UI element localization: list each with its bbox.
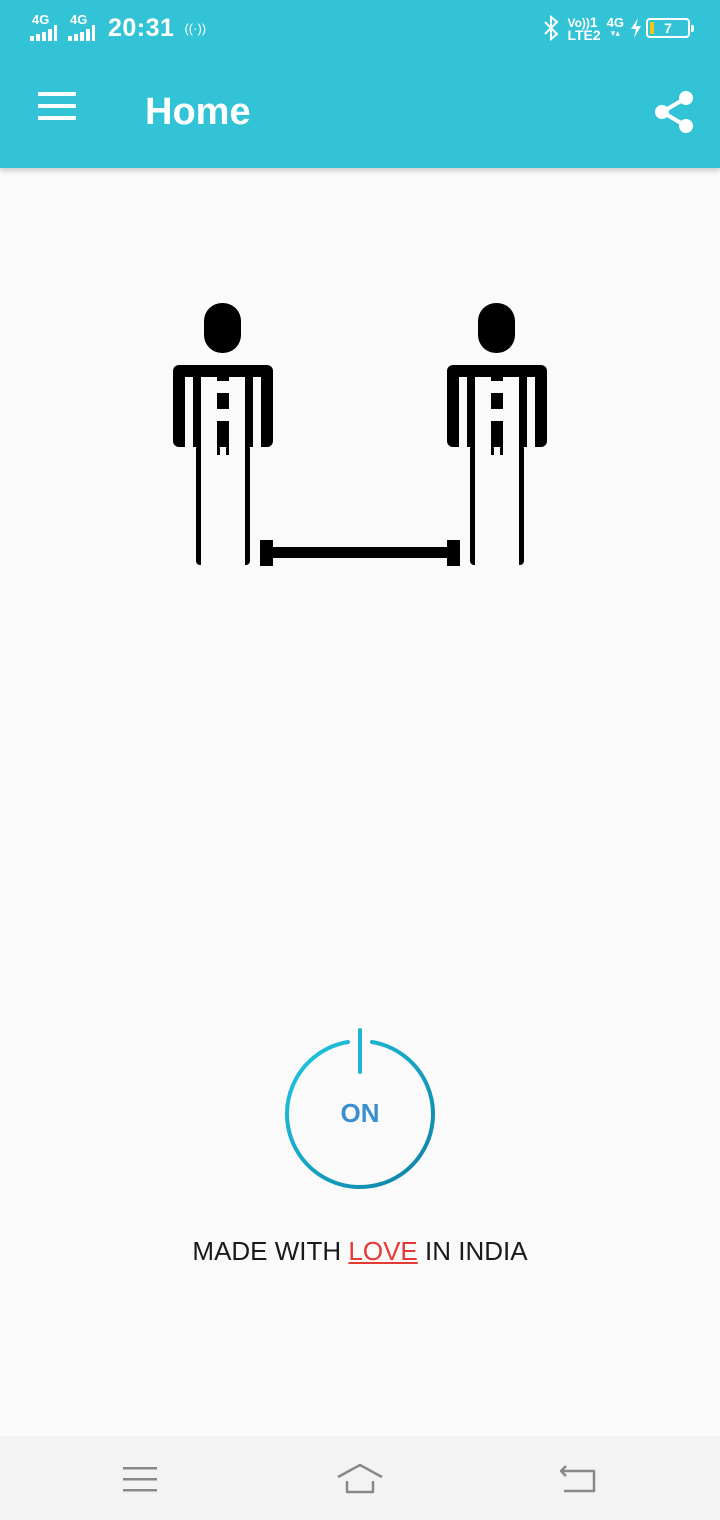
love-link[interactable]: LOVE (348, 1236, 417, 1266)
home-icon (337, 1463, 383, 1494)
data-indicator: 4G ▾▴ (606, 15, 624, 39)
app-bar: Home (0, 56, 720, 168)
recent-apps-icon (123, 1467, 157, 1492)
back-icon (559, 1465, 596, 1493)
made-in-india-text: MADE WITH LOVE IN INDIA (0, 1234, 720, 1268)
battery-level: 7 (664, 20, 672, 36)
signal-sim2: 4G (68, 13, 102, 43)
hamburger-icon[interactable] (32, 92, 80, 132)
footer-prefix: MADE WITH (192, 1236, 349, 1266)
recent-apps-button[interactable] (110, 1454, 170, 1504)
signal-bars-icon (30, 25, 59, 41)
hotspot-icon: ((·)) (184, 20, 207, 36)
share-icon[interactable] (652, 89, 698, 135)
power-button[interactable] (282, 1028, 438, 1194)
signal-bars-icon (68, 25, 97, 41)
data-network: 4G (606, 15, 624, 30)
home-button[interactable] (330, 1454, 390, 1504)
battery-level-fill (650, 22, 654, 34)
page-title: Home (145, 91, 251, 133)
battery-icon: 7 (646, 18, 694, 38)
status-time: 20:31 (108, 13, 175, 42)
signal-sim1: 4G (30, 13, 64, 43)
status-bar: 4G 4G 20:31 ((·)) Vo))1 LTE2 4G ▾▴ 7 (0, 0, 720, 56)
volte-indicator: Vo))1 LTE2 (567, 15, 601, 43)
back-button[interactable] (548, 1454, 608, 1504)
footer-suffix: IN INDIA (417, 1236, 528, 1266)
volte-lte: LTE2 (567, 26, 601, 43)
bluetooth-icon (544, 15, 559, 41)
system-nav-bar (0, 1436, 720, 1520)
status-left: 4G 4G 20:31 ((·)) (30, 12, 206, 44)
charging-bolt-icon (631, 18, 641, 38)
social-distancing-icon (173, 303, 547, 566)
status-right: Vo))1 LTE2 4G ▾▴ 7 (543, 12, 694, 44)
distance-line (260, 540, 460, 566)
